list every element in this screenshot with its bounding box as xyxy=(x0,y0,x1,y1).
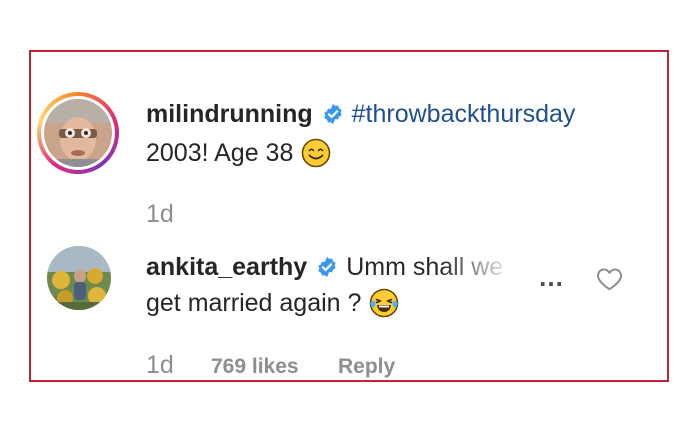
comment-username[interactable]: ankita_earthy xyxy=(146,252,307,282)
smiling-face-emoji xyxy=(302,138,331,168)
comment-timestamp[interactable]: 1d xyxy=(146,350,174,380)
post-username[interactable]: milindrunning xyxy=(146,99,313,129)
more-options-icon[interactable]: … xyxy=(538,262,566,292)
heart-icon[interactable] xyxy=(596,266,623,291)
reply-button[interactable]: Reply xyxy=(338,352,395,382)
laughing-tears-emoji xyxy=(370,288,399,318)
post-author-avatar[interactable] xyxy=(37,92,119,174)
post-timestamp[interactable]: 1d xyxy=(146,199,174,229)
post-header-line: milindrunning #throwbackthursday xyxy=(146,99,575,129)
verified-badge-icon xyxy=(318,256,336,278)
commenter-avatar[interactable] xyxy=(47,246,111,310)
post-caption: 2003! Age 38 xyxy=(146,138,331,168)
comment-header-line: ankita_earthy Umm shall we xyxy=(146,252,503,282)
comment-text-line1: Umm shall we xyxy=(346,253,504,281)
verified-badge-icon xyxy=(324,103,342,125)
post-hashtag-link[interactable]: #throwbackthursday xyxy=(352,99,576,129)
avatar-image xyxy=(44,99,112,167)
comment-text-line2: get married again ? xyxy=(146,289,362,317)
comment-likes-count[interactable]: 769 likes xyxy=(211,352,299,382)
comment-text-line2-row: get married again ? xyxy=(146,288,399,318)
caption-text: 2003! Age 38 xyxy=(146,139,294,167)
